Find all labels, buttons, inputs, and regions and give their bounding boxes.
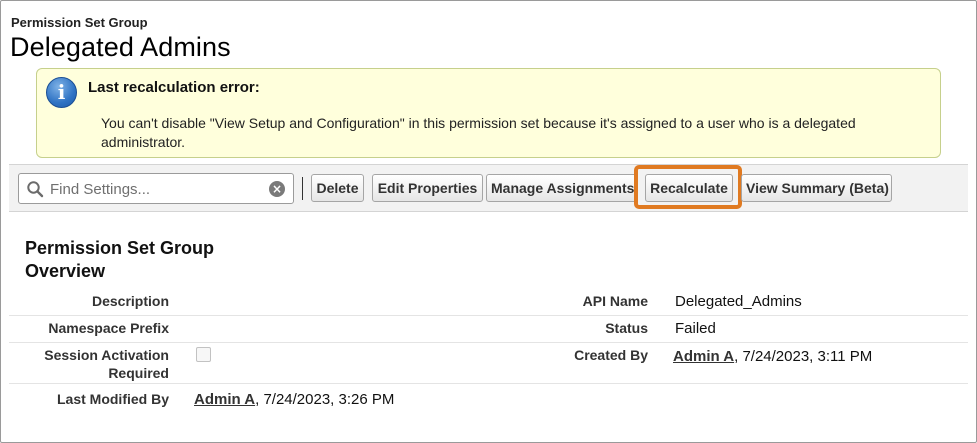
breadcrumb: Permission Set Group — [11, 15, 148, 30]
api-name-label: API Name — [582, 293, 648, 309]
alert-message: You can't disable "View Setup and Config… — [101, 115, 856, 150]
recalculate-button[interactable]: Recalculate — [645, 174, 733, 202]
created-by-user-link[interactable]: Admin A — [673, 348, 734, 365]
created-by-value: Admin A, 7/24/2023, 3:11 PM — [673, 348, 872, 366]
description-label: Description — [91, 293, 169, 309]
alert-title: Last recalculation error: — [88, 79, 260, 96]
page-title: Delegated Admins — [10, 32, 231, 62]
delete-button[interactable]: Delete — [311, 174, 364, 202]
search-input[interactable] — [50, 178, 260, 200]
last-modified-by-value: Admin A, 7/24/2023, 3:26 PM — [194, 391, 394, 409]
info-icon: i — [46, 77, 77, 108]
modified-by-date: , 7/24/2023, 3:26 PM — [255, 391, 395, 408]
status-value: Failed — [675, 320, 716, 337]
toolbar: × Delete Edit Properties Manage Assignme… — [9, 164, 968, 212]
api-name-value: Delegated_Admins — [675, 293, 802, 310]
status-label: Status — [605, 320, 648, 336]
row-divider — [9, 315, 968, 316]
created-by-date: , 7/24/2023, 3:11 PM — [734, 348, 873, 365]
overview-section-title: Permission Set Group Overview — [25, 238, 215, 281]
toolbar-divider — [302, 177, 303, 200]
view-summary-button[interactable]: View Summary (Beta) — [741, 174, 892, 202]
row-divider — [9, 383, 968, 384]
recalculation-error-alert: i Last recalculation error: You can't di… — [36, 68, 941, 158]
namespace-prefix-label: Namespace Prefix — [48, 320, 169, 336]
last-modified-by-label: Last Modified By — [56, 391, 169, 407]
session-activation-checkbox — [196, 347, 211, 362]
manage-assignments-button[interactable]: Manage Assignments — [486, 174, 638, 202]
modified-by-user-link[interactable]: Admin A — [194, 391, 255, 408]
clear-search-icon[interactable]: × — [269, 181, 285, 197]
created-by-label: Created By — [574, 347, 648, 363]
row-divider — [9, 342, 968, 343]
edit-properties-button[interactable]: Edit Properties — [372, 174, 483, 202]
search-icon — [27, 181, 44, 198]
session-activation-label: Session Activation Required — [44, 347, 169, 381]
search-box: × — [18, 173, 294, 204]
page-frame: Permission Set Group Delegated Admins i … — [0, 0, 977, 443]
